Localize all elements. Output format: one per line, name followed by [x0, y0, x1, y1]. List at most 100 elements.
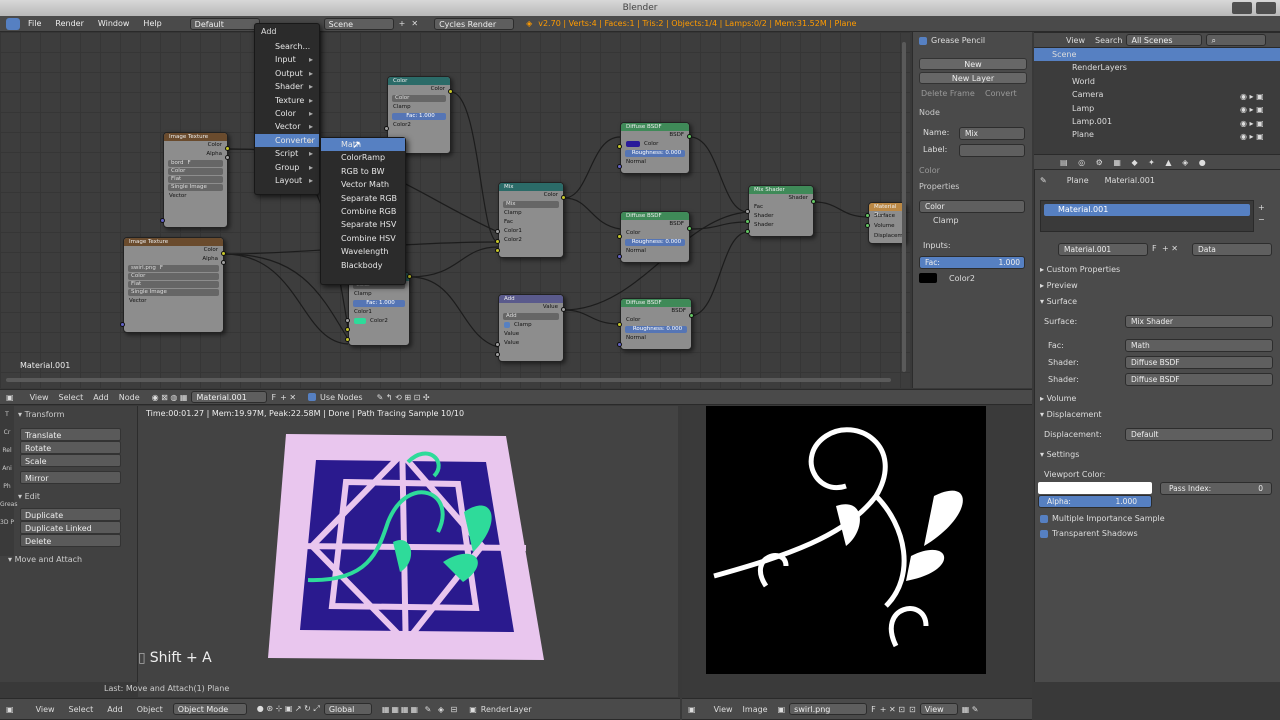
view-mode-icon[interactable]: ⊡: [909, 705, 916, 714]
outliner-view-menu[interactable]: View: [1066, 36, 1085, 45]
input-socket[interactable]: [495, 342, 500, 347]
node-name-field[interactable]: Mix: [959, 127, 1025, 140]
input-socket[interactable]: [345, 318, 350, 323]
transparent-shadows-checkbox[interactable]: Transparent Shadows: [1040, 527, 1138, 541]
pass-index-field[interactable]: Pass Index: 0: [1160, 482, 1272, 495]
menu-item-blackbody[interactable]: Blackbody: [321, 259, 405, 272]
menu-item-separate-rgb[interactable]: Separate RGB: [321, 192, 405, 205]
roughness-slider[interactable]: Roughness: 0.000: [625, 239, 685, 246]
editor-type-icon[interactable]: ▣: [6, 705, 14, 714]
projection-select[interactable]: Flat: [128, 281, 219, 288]
image-datablock-field[interactable]: swirl.png: [789, 703, 868, 715]
roughness-slider[interactable]: Roughness: 0.000: [625, 326, 687, 333]
menu-item-separate-hsv[interactable]: Separate HSV: [321, 218, 405, 231]
node-material-output[interactable]: Material O... Surface Volume Displacemen…: [868, 202, 906, 244]
layer-icons[interactable]: ▦▦▦▦ ✎ ◈ ⊟: [382, 705, 459, 714]
menu-item-wavelength[interactable]: Wavelength: [321, 245, 405, 258]
output-socket[interactable]: [561, 307, 566, 312]
3d-view-menu[interactable]: View: [36, 705, 55, 714]
outliner-search-menu[interactable]: Search: [1095, 36, 1122, 45]
node-add-menu[interactable]: Add: [93, 393, 109, 402]
node-tool-icons[interactable]: ✎ ↰ ⟲ ⊞ ⊡ ✣: [377, 393, 430, 402]
delete-frame-button[interactable]: Delete Frame: [921, 89, 975, 98]
mode-select[interactable]: Object Mode: [172, 703, 247, 715]
input-socket[interactable]: [617, 144, 622, 149]
node-view-menu[interactable]: View: [30, 393, 49, 402]
input-socket[interactable]: [495, 248, 500, 253]
input-socket[interactable]: [495, 239, 500, 244]
grease-new-button[interactable]: New: [919, 58, 1027, 70]
input-socket[interactable]: [745, 219, 750, 224]
close-scene-icon[interactable]: ✕: [411, 19, 418, 28]
multiple-importance-checkbox[interactable]: Multiple Importance Sample: [1040, 512, 1165, 526]
input-socket[interactable]: [345, 337, 350, 342]
input-socket[interactable]: [617, 342, 622, 347]
color-space-select[interactable]: Color: [168, 168, 223, 175]
converter-submenu[interactable]: Math ColorRamp RGB to BW Vector Math Sep…: [320, 137, 406, 285]
node-material-field[interactable]: Material.001: [191, 391, 268, 403]
add-scene-icon[interactable]: +: [399, 19, 406, 28]
tab-3d-printing[interactable]: 3D P: [0, 514, 14, 532]
transform-orientation-select[interactable]: Global: [323, 703, 372, 715]
menu-item-rgb-to-bw[interactable]: RGB to BW: [321, 165, 405, 178]
settings-panel[interactable]: ▾ Settings: [1040, 448, 1079, 462]
input-socket[interactable]: [617, 234, 622, 239]
menu-render[interactable]: Render: [49, 19, 89, 28]
output-socket[interactable]: [689, 313, 694, 318]
input-socket[interactable]: [495, 229, 500, 234]
output-socket[interactable]: [221, 260, 226, 265]
menu-item-combine-rgb[interactable]: Combine RGB: [321, 205, 405, 218]
menu-item-output[interactable]: Output ▸: [255, 67, 319, 80]
color-swatch[interactable]: [354, 317, 366, 324]
blend-type-select[interactable]: Color: [919, 200, 1025, 213]
clamp-checkbox[interactable]: Clamp: [349, 290, 409, 299]
node-add-icon[interactable]: + ✕: [280, 393, 296, 402]
custom-properties-panel[interactable]: ▸ Custom Properties: [1040, 263, 1120, 277]
input-socket[interactable]: [495, 352, 500, 357]
add-menu[interactable]: Add Search... Input ▸ Output ▸ Shader ▸ Tex…: [254, 23, 320, 195]
outliner-search-input[interactable]: ⌕: [1206, 34, 1267, 46]
horizontal-scrollbar[interactable]: [6, 378, 891, 382]
image-editor[interactable]: [682, 406, 1032, 697]
rotate-button[interactable]: Rotate: [20, 441, 121, 454]
menu-item-shader[interactable]: Shader ▸: [255, 80, 319, 93]
node-select-menu[interactable]: Select: [59, 393, 84, 402]
scale-button[interactable]: Scale: [20, 454, 121, 467]
output-socket[interactable]: [687, 226, 692, 231]
outliner-row-world[interactable]: World: [1034, 75, 1280, 88]
source-select[interactable]: Single Image: [168, 184, 223, 191]
input-socket[interactable]: [160, 218, 165, 223]
input-socket[interactable]: [745, 229, 750, 234]
surface-shader-select[interactable]: Mix Shader: [1125, 315, 1273, 328]
input-socket[interactable]: [617, 164, 622, 169]
color-swatch[interactable]: [626, 140, 640, 147]
clamp-checkbox[interactable]: Clamp: [499, 209, 563, 218]
translate-button[interactable]: Translate: [20, 428, 121, 441]
image-image-menu[interactable]: Image: [743, 705, 768, 714]
menu-item-color[interactable]: Color ▸: [255, 107, 319, 120]
checkbox-icon[interactable]: [919, 36, 927, 45]
new-layer-button[interactable]: New Layer: [919, 72, 1027, 84]
editor-type-icon[interactable]: ▣: [688, 705, 696, 714]
menu-item-layout[interactable]: Layout ▸: [255, 174, 319, 187]
node-mix[interactable]: Mix Color Mix Clamp Fac Color1 Color2: [498, 182, 564, 258]
preview-panel[interactable]: ▸ Preview: [1040, 279, 1078, 293]
image-field[interactable]: swirl.png F: [128, 265, 219, 272]
color-space-select[interactable]: Color: [128, 273, 219, 280]
input-socket[interactable]: [384, 126, 389, 131]
viewport-shading-icons[interactable]: ● ⊛ ⊹ ▣ ↗ ↻ ⤢: [257, 704, 320, 714]
use-nodes-checkbox[interactable]: Use Nodes: [308, 393, 363, 402]
delete-button[interactable]: Delete: [20, 534, 121, 547]
edit-section[interactable]: ▾ Edit: [0, 490, 137, 504]
properties-section-header[interactable]: Properties: [919, 182, 959, 191]
node-image-texture-1[interactable]: Image Texture Color Alpha bord F Color Fl…: [163, 132, 228, 228]
tab-physics[interactable]: Ph: [0, 478, 14, 496]
mirror-button[interactable]: Mirror: [20, 471, 121, 484]
input-socket[interactable]: [745, 209, 750, 214]
shader2-select[interactable]: Diffuse BSDF: [1125, 373, 1273, 386]
node-math-add[interactable]: Add Value Add Clamp Value Value: [498, 294, 564, 362]
menu-item-script[interactable]: Script ▸: [255, 147, 319, 160]
outliner-row-scene[interactable]: Scene: [1034, 48, 1280, 62]
properties-context-tabs[interactable]: ▤ ◎ ⚙ ▦ ◆ ✦ ▲ ◈ ●: [1034, 154, 1280, 170]
transform-section[interactable]: ▾ Transform: [0, 408, 137, 422]
